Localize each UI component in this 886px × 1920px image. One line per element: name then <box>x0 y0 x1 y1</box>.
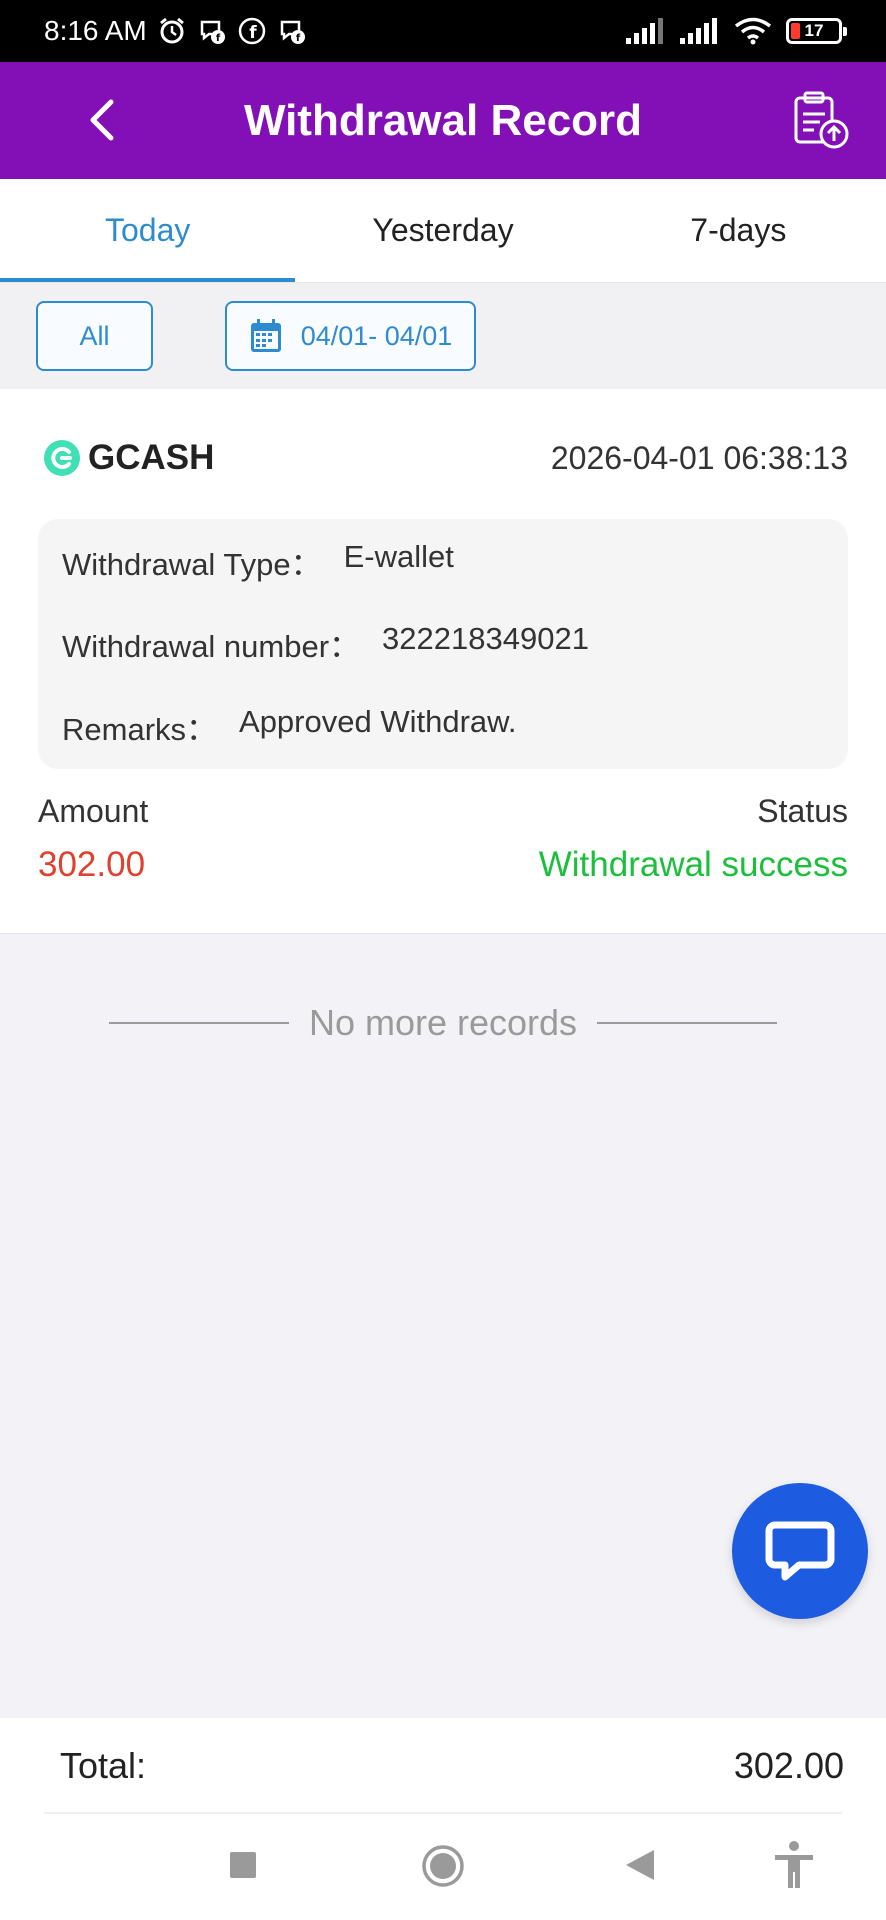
live-chat-button[interactable] <box>732 1483 868 1619</box>
chat-bubble-icon <box>765 1521 835 1581</box>
tab-today[interactable]: Today <box>0 179 296 282</box>
home-circle-icon <box>422 1845 464 1887</box>
page-title: Withdrawal Record <box>243 95 643 145</box>
withdrawal-number-label: Withdrawal number： <box>62 629 361 664</box>
battery-icon: 17 <box>786 18 847 44</box>
system-nav-bar <box>0 1814 886 1920</box>
status-bar: 8:16 AM f f f 17 <box>0 0 886 62</box>
tab-7-days[interactable]: 7-days <box>591 179 886 282</box>
accessibility-button[interactable] <box>772 1840 816 1895</box>
provider-name: GCASH <box>88 438 215 477</box>
calendar-icon <box>250 319 281 352</box>
triangle-back-icon <box>626 1850 654 1880</box>
remarks-label: Remarks： <box>62 712 218 747</box>
svg-text:f: f <box>296 33 301 44</box>
date-tabs: Today Yesterday 7-days <box>0 179 886 283</box>
remarks-value: Approved Withdraw. <box>239 704 517 739</box>
divider-right <box>597 1022 778 1024</box>
export-button[interactable] <box>790 90 850 150</box>
home-button[interactable] <box>421 1844 465 1893</box>
divider-left <box>108 1022 289 1024</box>
date-range-button[interactable]: 04/01- 04/01 <box>225 301 476 371</box>
chevron-left-icon <box>90 99 114 141</box>
tab-yesterday[interactable]: Yesterday <box>295 179 590 282</box>
detail-remarks: Remarks： Approved Withdraw. <box>62 704 516 749</box>
clipboard-upload-icon <box>794 91 849 149</box>
record-header: GCASH 2026-04-01 06:38:13 <box>42 435 848 481</box>
amount-value: 302.00 <box>38 845 146 884</box>
filter-bar: All 04/01- 04/01 <box>0 283 886 389</box>
withdrawal-type-label: Withdrawal Type： <box>62 547 322 582</box>
amount-label: Amount <box>38 793 149 829</box>
recents-button[interactable] <box>228 1850 258 1885</box>
square-icon <box>230 1852 256 1878</box>
total-bar: Total: 302.00 <box>0 1718 886 1814</box>
withdrawal-record-card[interactable]: GCASH 2026-04-01 06:38:13 Withdrawal Typ… <box>0 389 886 934</box>
provider: GCASH <box>42 438 214 478</box>
app-header: Withdrawal Record <box>0 62 886 179</box>
detail-withdrawal-number: Withdrawal number： 322218349021 <box>62 621 589 666</box>
list-end: No more records <box>104 998 782 1048</box>
no-more-records-text: No more records <box>308 1002 578 1043</box>
status-value: Withdrawal success <box>538 845 848 884</box>
gcash-logo-icon <box>44 440 80 476</box>
signal-icon <box>680 18 717 44</box>
back-nav-button[interactable] <box>624 1848 656 1887</box>
messenger-icon: f <box>280 20 305 44</box>
filter-all-button[interactable]: All <box>36 301 153 371</box>
amount-status: Amount Status 302.00 Withdrawal success <box>38 793 848 903</box>
status-label: Status <box>757 793 848 829</box>
back-button[interactable] <box>74 92 130 148</box>
accessibility-icon <box>775 1841 813 1888</box>
withdrawal-type-value: E-wallet <box>343 539 454 574</box>
alarm-icon <box>159 17 184 44</box>
status-time: 8:16 AM <box>44 15 147 46</box>
wifi-icon <box>734 17 772 45</box>
detail-withdrawal-type: Withdrawal Type： E-wallet <box>62 539 454 584</box>
status-right: 17 <box>626 17 847 45</box>
facebook-icon: f <box>238 17 265 45</box>
date-range-label: 04/01- 04/01 <box>300 320 453 351</box>
total-label: Total: <box>60 1745 147 1786</box>
signal-icon <box>626 18 663 44</box>
battery-level: 17 <box>804 21 824 40</box>
record-datetime: 2026-04-01 06:38:13 <box>550 439 848 476</box>
status-left: 8:16 AM f f f <box>44 15 307 47</box>
svg-text:f: f <box>216 33 221 44</box>
svg-text:f: f <box>249 23 257 43</box>
total-value: 302.00 <box>733 1745 844 1786</box>
messenger-icon: f <box>200 20 225 44</box>
record-details: Withdrawal Type： E-wallet Withdrawal num… <box>38 519 848 769</box>
withdrawal-number-value: 322218349021 <box>382 621 589 656</box>
